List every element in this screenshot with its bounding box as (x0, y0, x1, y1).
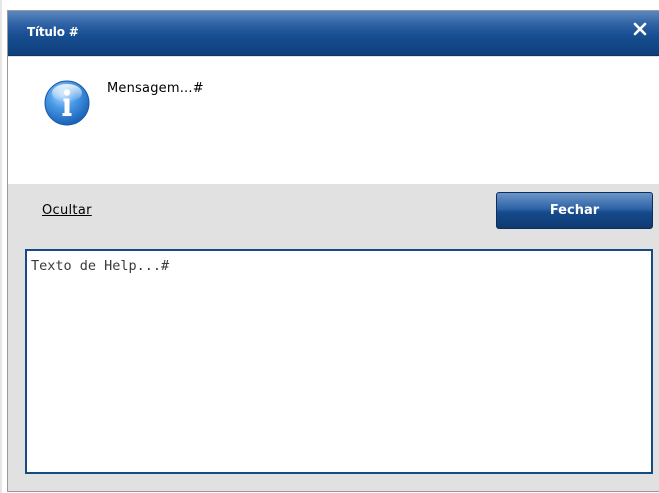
info-icon (43, 79, 91, 127)
close-button[interactable]: Fechar (496, 192, 653, 229)
dialog-message: Mensagem...# (107, 81, 204, 96)
hide-help-link[interactable]: Ocultar (42, 203, 92, 218)
dialog-title: Título # (27, 25, 79, 39)
close-icon[interactable] (631, 20, 649, 38)
dialog-titlebar[interactable]: Título # (8, 11, 659, 56)
background-edge (0, 0, 2, 493)
message-area: Mensagem...# (8, 57, 659, 184)
message-dialog: Título # Mensagem...# Ocultar Fechar Tex… (7, 10, 659, 492)
help-text-area[interactable]: Texto de Help...# (25, 249, 653, 474)
page: Título # Mensagem...# Ocultar Fechar Tex… (0, 0, 659, 493)
